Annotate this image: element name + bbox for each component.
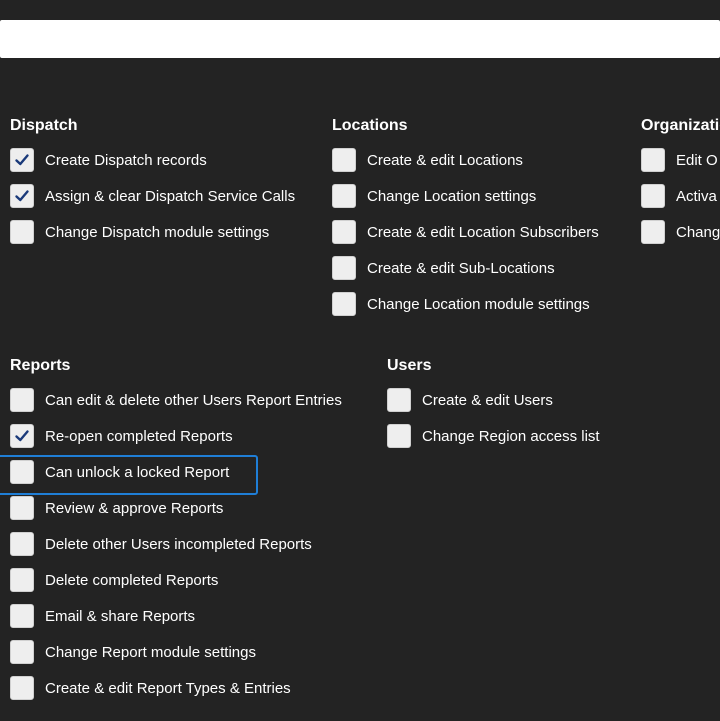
checkbox[interactable] <box>10 640 34 664</box>
permission-label: Create & edit Sub-Locations <box>367 259 555 277</box>
permission-label: Can unlock a locked Report <box>45 463 230 481</box>
checkmark-icon <box>15 190 29 202</box>
perm-row-location-subscribers[interactable]: Create & edit Location Subscribers <box>332 214 599 250</box>
perm-row-sub-locations[interactable]: Create & edit Sub-Locations <box>332 250 599 286</box>
permission-label: Create & edit Users <box>422 391 553 409</box>
checkbox[interactable] <box>332 148 356 172</box>
perm-row-edit-delete-others-entries[interactable]: Can edit & delete other Users Report Ent… <box>10 382 342 418</box>
permission-label: Can edit & delete other Users Report Ent… <box>45 391 342 409</box>
checkbox[interactable] <box>10 388 34 412</box>
perm-row-review-approve[interactable]: Review & approve Reports <box>10 490 342 526</box>
perm-row-report-types-entries[interactable]: Create & edit Report Types & Entries <box>10 670 342 706</box>
checkbox[interactable] <box>641 220 665 244</box>
permission-label: Assign & clear Dispatch Service Calls <box>45 187 296 205</box>
permission-label: Change Dispatch module settings <box>45 223 270 241</box>
checkbox[interactable] <box>10 676 34 700</box>
perm-row-email-share[interactable]: Email & share Reports <box>10 598 342 634</box>
perm-row-assign-clear-dispatch-calls[interactable]: Assign & clear Dispatch Service Calls <box>10 178 295 214</box>
checkbox[interactable] <box>332 292 356 316</box>
locations-title: Locations <box>332 117 408 134</box>
organization-section: Organizatio Edit O Activa Chang <box>641 116 720 250</box>
checkbox[interactable] <box>10 184 34 208</box>
checkbox[interactable] <box>10 496 34 520</box>
perm-row-change-location-settings[interactable]: Change Location settings <box>332 178 599 214</box>
checkmark-icon <box>15 154 29 166</box>
checkbox[interactable] <box>332 220 356 244</box>
perm-row-org-activate[interactable]: Activa <box>641 178 720 214</box>
checkbox[interactable] <box>10 220 34 244</box>
perm-row-create-edit-users[interactable]: Create & edit Users <box>387 382 600 418</box>
checkbox[interactable] <box>387 424 411 448</box>
permission-label: Change Report module settings <box>45 643 256 661</box>
permission-label: Create Dispatch records <box>45 151 207 169</box>
perm-row-unlock-locked-report[interactable]: Can unlock a locked Report <box>0 454 342 495</box>
checkbox[interactable] <box>10 460 34 484</box>
checkmark-icon <box>15 430 29 442</box>
permission-label: Chang <box>676 223 720 241</box>
reports-section: Reports Can edit & delete other Users Re… <box>0 356 342 706</box>
checkbox[interactable] <box>10 604 34 628</box>
permission-label: Create & edit Report Types & Entries <box>45 679 291 697</box>
checkbox[interactable] <box>10 568 34 592</box>
dispatch-section: Dispatch Create Dispatch records Assign … <box>10 116 295 250</box>
perm-row-report-module-settings[interactable]: Change Report module settings <box>10 634 342 670</box>
checkbox[interactable] <box>332 256 356 280</box>
perm-row-delete-others-incompleted[interactable]: Delete other Users incompleted Reports <box>10 526 342 562</box>
users-title: Users <box>387 357 432 374</box>
permission-label: Create & edit Location Subscribers <box>367 223 599 241</box>
locations-section: Locations Create & edit Locations Change… <box>332 116 599 322</box>
permission-label: Change Location settings <box>367 187 537 205</box>
organization-title: Organizatio <box>641 117 720 134</box>
permission-label: Create & edit Locations <box>367 151 523 169</box>
top-input-field[interactable] <box>0 20 720 58</box>
perm-row-create-edit-locations[interactable]: Create & edit Locations <box>332 142 599 178</box>
perm-row-org-change[interactable]: Chang <box>641 214 720 250</box>
dispatch-title: Dispatch <box>10 117 78 134</box>
checkbox[interactable] <box>641 148 665 172</box>
checkbox[interactable] <box>10 148 34 172</box>
permission-label: Delete completed Reports <box>45 571 219 589</box>
permission-label: Re-open completed Reports <box>45 427 233 445</box>
checkbox[interactable] <box>641 184 665 208</box>
perm-row-location-module-settings[interactable]: Change Location module settings <box>332 286 599 322</box>
perm-row-reopen-completed[interactable]: Re-open completed Reports <box>10 418 342 454</box>
checkbox[interactable] <box>10 424 34 448</box>
users-section: Users Create & edit Users Change Region … <box>387 356 600 454</box>
permission-label: Edit O <box>676 151 718 169</box>
reports-title: Reports <box>10 357 71 374</box>
checkbox[interactable] <box>387 388 411 412</box>
checkbox[interactable] <box>10 532 34 556</box>
permission-label: Delete other Users incompleted Reports <box>45 535 312 553</box>
perm-row-change-dispatch-settings[interactable]: Change Dispatch module settings <box>10 214 295 250</box>
perm-row-create-dispatch-records[interactable]: Create Dispatch records <box>10 142 295 178</box>
permission-label: Email & share Reports <box>45 607 196 625</box>
permission-label: Change Region access list <box>422 427 600 445</box>
perm-row-org-edit[interactable]: Edit O <box>641 142 720 178</box>
perm-row-region-access-list[interactable]: Change Region access list <box>387 418 600 454</box>
checkbox[interactable] <box>332 184 356 208</box>
permission-label: Review & approve Reports <box>45 499 224 517</box>
perm-row-delete-completed[interactable]: Delete completed Reports <box>10 562 342 598</box>
permission-label: Activa <box>676 187 717 205</box>
permission-label: Change Location module settings <box>367 295 590 313</box>
